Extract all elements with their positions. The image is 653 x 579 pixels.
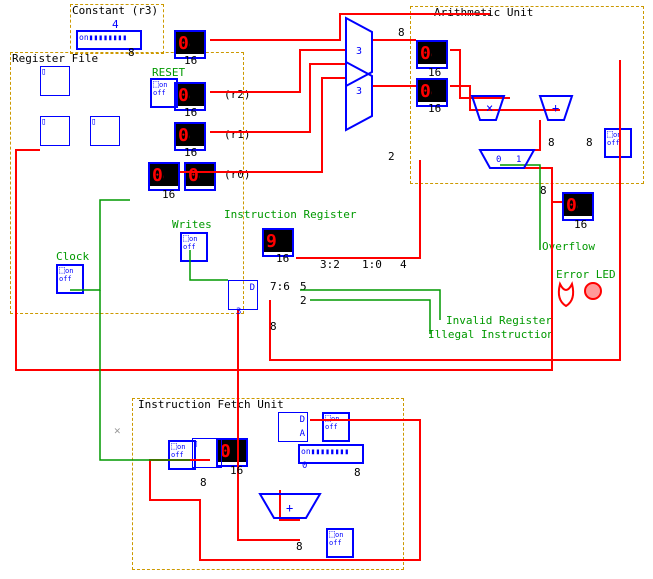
- error-led-label: Error LED: [556, 268, 616, 281]
- w8-h: 8: [354, 466, 361, 479]
- svg-text:3: 3: [356, 86, 362, 97]
- r2-label: (r2): [224, 88, 251, 101]
- bit-4: 4: [400, 258, 407, 271]
- alu-label: Arithmetic Unit: [434, 6, 533, 19]
- overflow-label: Overflow: [542, 240, 595, 253]
- regfile-label: Register File: [12, 52, 98, 65]
- w8-b: 8: [398, 26, 405, 39]
- sw-ifu-adder[interactable]: onoff: [326, 528, 354, 558]
- r0-label: (r0): [224, 168, 251, 181]
- mux-sel-3: 3: [356, 46, 362, 57]
- sw-alu-out[interactable]: onoff: [604, 128, 632, 158]
- w8-e: 8: [540, 184, 547, 197]
- sw-clock[interactable]: onoff: [56, 264, 84, 294]
- sw-reset[interactable]: onoff: [150, 78, 178, 108]
- w8-g: 8: [200, 476, 207, 489]
- w16-e: 16: [276, 252, 289, 265]
- error-led-icon: [584, 282, 602, 300]
- w2-b: 2: [300, 294, 307, 307]
- x-mark: ✕: [114, 424, 121, 437]
- dip-ifu[interactable]: on▮▮▮▮▮▮▮▮: [298, 444, 364, 464]
- bits-76: 7:6: [270, 280, 290, 293]
- bits-32: 3:2: [320, 258, 340, 271]
- r1-label: (r1): [224, 128, 251, 141]
- bits-10: 1:0: [362, 258, 382, 271]
- w16-d: 16: [162, 188, 175, 201]
- dflop-ifu2: ▯: [192, 438, 222, 468]
- dflop-rf1: ▯: [40, 66, 70, 96]
- w8-f: 8: [270, 320, 277, 333]
- instruction-fetch-block: [132, 398, 404, 570]
- disp-alu-out: 04: [562, 192, 594, 221]
- w16-b: 16: [184, 106, 197, 119]
- writes-label: Writes: [172, 218, 212, 231]
- illegal-instr-label: Illegal Instruction: [428, 328, 554, 341]
- bit-5: 5: [300, 280, 307, 293]
- w16-h: 16: [574, 218, 587, 231]
- w16-i: 16: [230, 464, 243, 477]
- w16-c: 16: [184, 146, 197, 159]
- dflop-ifu: DA: [278, 412, 308, 442]
- w16-f: 16: [428, 66, 441, 79]
- w16-a: 16: [184, 54, 197, 67]
- dflop-rf3: ▯: [90, 116, 120, 146]
- dflop-ir: D: [228, 280, 258, 310]
- clock-label: Clock: [56, 250, 89, 263]
- w8-d: 8: [586, 136, 593, 149]
- constant-label: Constant (r3): [72, 4, 158, 17]
- w8-a: 8: [128, 46, 135, 59]
- disp-r0a: 04: [148, 162, 180, 191]
- sw-ifu-d[interactable]: onoff: [322, 412, 350, 442]
- w16-g: 16: [428, 102, 441, 115]
- instr-reg-label: Instruction Register: [224, 208, 356, 221]
- w2-a: 2: [388, 150, 395, 163]
- sw-writes[interactable]: onoff: [180, 232, 208, 262]
- disp-alu-a: 04: [416, 40, 448, 69]
- w8-i: 8: [296, 540, 303, 553]
- ifu-label: Instruction Fetch Unit: [138, 398, 284, 411]
- dflop-rf2: ▯: [40, 116, 70, 146]
- w8-c: 8: [548, 136, 555, 149]
- invalid-reg-label: Invalid Register: [446, 314, 552, 327]
- disp-r0b: 04: [184, 162, 216, 191]
